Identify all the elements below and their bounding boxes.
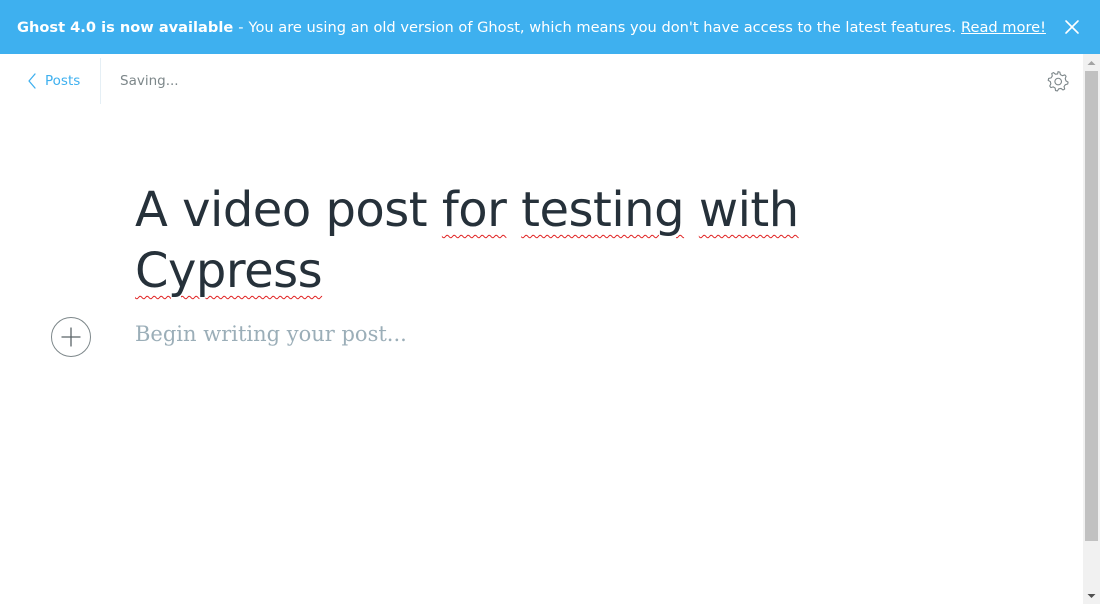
title-segment-misspelled: Cypress [135, 243, 323, 299]
post-body-editor[interactable]: Begin writing your post... [135, 322, 407, 346]
back-link-label: Posts [45, 73, 81, 89]
title-segment: A video post [135, 182, 428, 238]
scroll-down-arrow-icon[interactable] [1083, 587, 1100, 604]
editor-header: Posts Saving... [0, 54, 1083, 108]
header-divider [100, 58, 101, 104]
post-title[interactable]: A video post for testing with Cypress [135, 180, 895, 302]
back-to-posts-link[interactable]: Posts [27, 54, 80, 108]
gear-icon[interactable] [1047, 70, 1069, 92]
scrollbar-thumb[interactable] [1085, 71, 1098, 541]
add-card-button[interactable] [51, 317, 91, 357]
banner-message: You are using an old version of Ghost, w… [248, 18, 956, 36]
scroll-up-arrow-icon[interactable] [1083, 54, 1100, 71]
title-segment-misspelled: for [441, 182, 507, 238]
read-more-link[interactable]: Read more! [961, 19, 1046, 36]
title-segment-misspelled: with [698, 182, 799, 238]
title-segment-misspelled: testing [521, 182, 685, 238]
close-icon[interactable] [1064, 19, 1080, 35]
plus-icon [61, 327, 81, 347]
vertical-scrollbar[interactable] [1083, 54, 1100, 604]
upgrade-banner: Ghost 4.0 is now available - You are usi… [0, 0, 1100, 54]
banner-separator: - [238, 18, 244, 36]
save-status: Saving... [120, 73, 179, 89]
chevron-left-icon [27, 73, 37, 89]
banner-headline: Ghost 4.0 is now available [17, 18, 234, 36]
